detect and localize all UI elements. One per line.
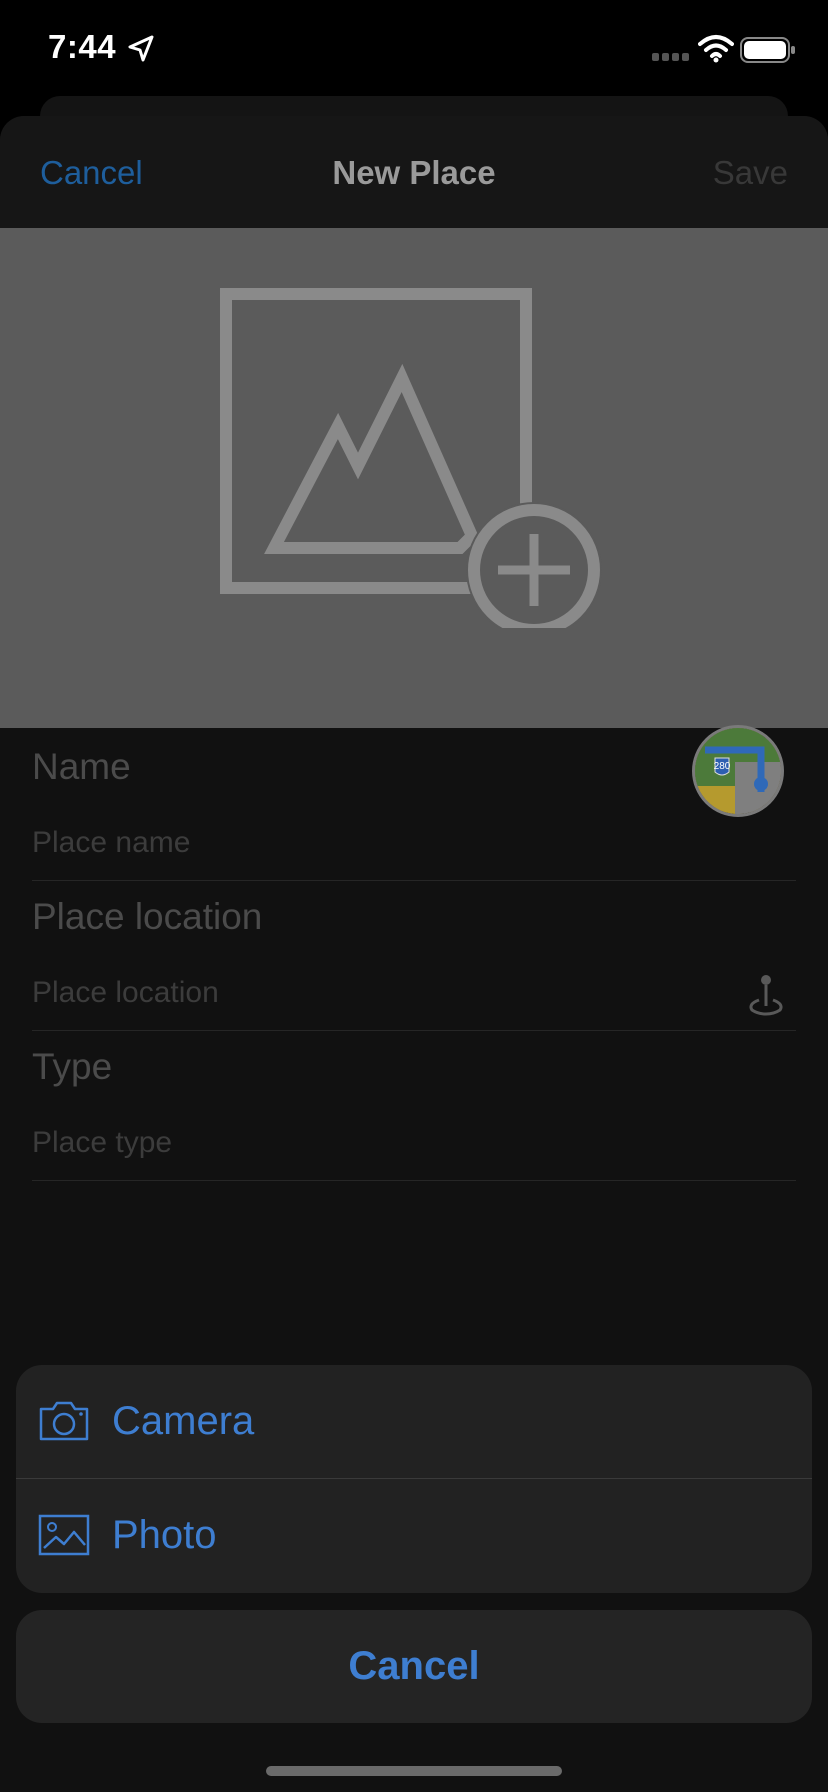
place-image-area[interactable]: 280 (0, 228, 828, 817)
maps-badge-text: 280 (714, 761, 731, 772)
location-arrow-icon (128, 35, 154, 62)
cellular-signal-icon (652, 53, 689, 61)
photo-label: Photo (112, 1513, 217, 1557)
maps-app-icon[interactable]: 280 (692, 725, 784, 817)
battery-icon (740, 37, 795, 63)
camera-label: Camera (112, 1399, 255, 1443)
map-pin-icon[interactable] (746, 972, 786, 1016)
place-type-input[interactable]: Place type (32, 1126, 796, 1181)
wifi-icon (698, 35, 734, 63)
action-sheet-cancel-label: Cancel (348, 1644, 480, 1688)
place-location-input[interactable]: Place location (32, 976, 796, 1031)
type-label: Type (32, 1046, 113, 1087)
navigation-bar: Cancel New Place Save (0, 116, 828, 229)
action-sheet-cancel-button[interactable]: Cancel (16, 1610, 812, 1723)
status-time: 7:44 (48, 28, 117, 65)
camera-option[interactable]: Camera (16, 1365, 812, 1479)
camera-icon (39, 1401, 89, 1441)
page-title: New Place (332, 154, 496, 191)
location-label: Place location (32, 896, 263, 937)
status-bar: 7:44 (0, 0, 828, 100)
name-label: Name (32, 746, 131, 787)
place-name-input[interactable]: Place name (32, 826, 796, 881)
home-indicator[interactable] (266, 1766, 562, 1776)
action-sheet-options: Camera Photo (16, 1365, 812, 1593)
photo-option[interactable]: Photo (16, 1479, 812, 1592)
photo-icon (38, 1514, 90, 1556)
nav-save-button[interactable]: Save (713, 154, 788, 192)
image-add-icon (220, 288, 602, 628)
